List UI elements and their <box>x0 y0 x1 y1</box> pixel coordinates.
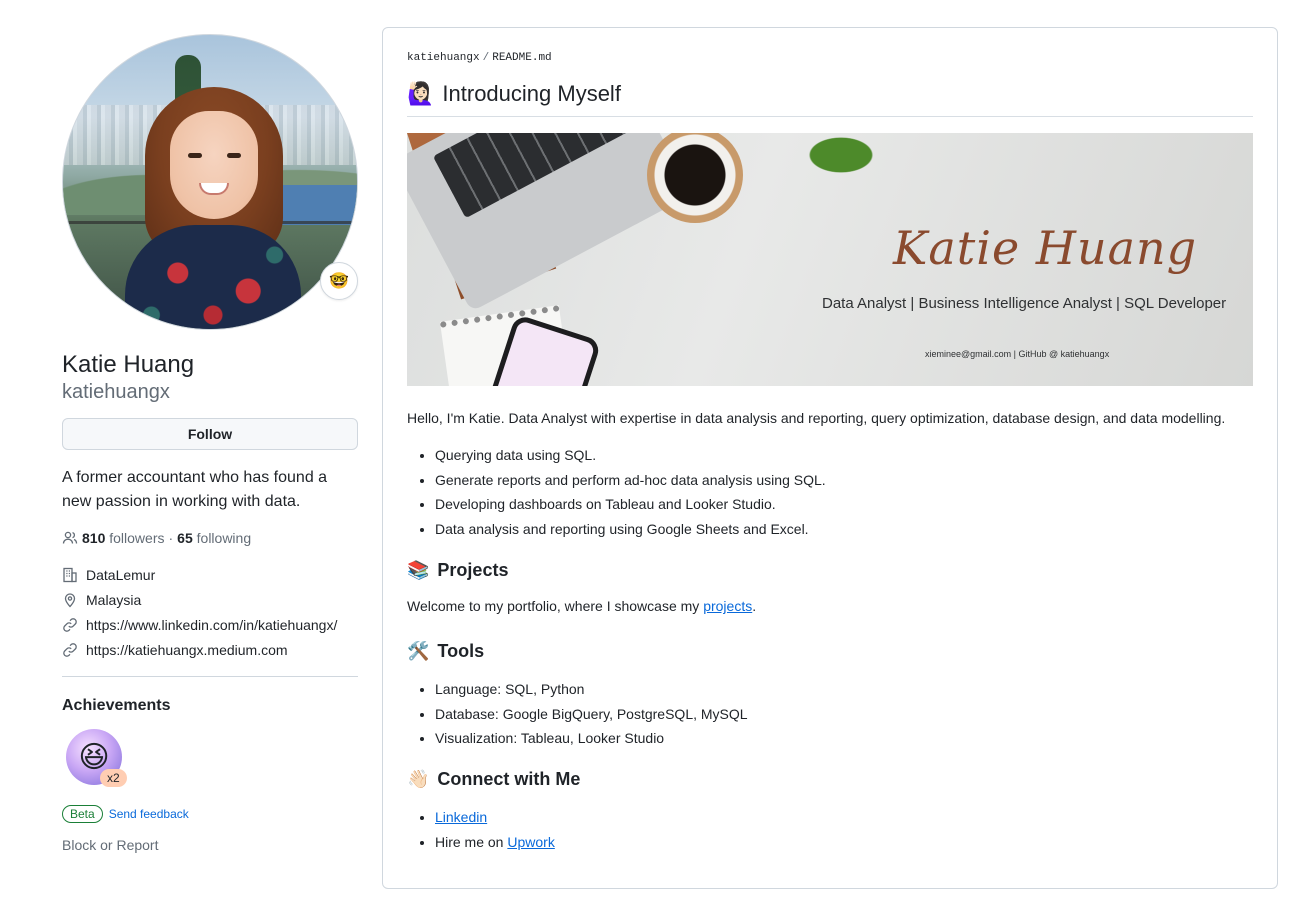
followers-link[interactable]: 810 followers <box>82 530 165 546</box>
banner-contact: xieminee@gmail.com | GitHub @ katiehuang… <box>925 349 1110 359</box>
connect-list: Linkedin Hire me on Upwork <box>407 807 1253 853</box>
projects-text-suffix: . <box>752 598 757 615</box>
connect-heading-text: Connect with Me <box>437 769 581 790</box>
following-link[interactable]: 65 following <box>177 530 251 546</box>
readme-title-text: Introducing Myself <box>442 81 621 106</box>
woman-raising-hand-icon: 🙋🏻‍♀️ <box>407 81 435 106</box>
readme-intro: Hello, I'm Katie. Data Analyst with expe… <box>407 410 1226 426</box>
list-item: Developing dashboards on Tableau and Loo… <box>435 494 1253 515</box>
list-item: Querying data using SQL. <box>435 445 1253 466</box>
following-count: 65 <box>177 530 193 546</box>
books-icon: 📚 <box>407 560 430 581</box>
linkedin-url-link[interactable]: https://www.linkedin.com/in/katiehuangx/ <box>86 617 337 633</box>
tools-heading: 🛠️ Tools <box>407 639 1253 663</box>
list-item: Language: SQL, Python <box>435 679 1253 700</box>
tools-heading-text: Tools <box>437 641 485 662</box>
profile-details: DataLemur Malaysia https://www.linkedin.… <box>62 562 358 662</box>
hire-prefix: Hire me on <box>435 834 508 851</box>
achievement-multiplier: x2 <box>100 769 127 787</box>
achievement-badge[interactable]: 😆 x2 <box>66 729 127 789</box>
followers-count: 810 <box>82 530 106 546</box>
list-item: Data analysis and reporting using Google… <box>435 519 1253 540</box>
avatar-eye-right <box>227 153 241 158</box>
company-name: DataLemur <box>86 566 156 583</box>
connect-heading: 👋🏻 Connect with Me <box>407 767 1253 791</box>
list-item: Linkedin <box>435 807 1253 828</box>
profile-username: katiehuangx <box>62 381 170 403</box>
readme-path-file: README.md <box>492 52 552 64</box>
readme-title: 🙋🏻‍♀️ Introducing Myself <box>407 80 1253 117</box>
profile-bio: A former accountant who has found a new … <box>62 469 328 510</box>
banner-signature: Katie Huang <box>893 221 1198 275</box>
tools-list: Language: SQL, Python Database: Google B… <box>407 679 1253 749</box>
following-label: following <box>196 530 252 546</box>
readme-card: katiehuangx / README.md 🙋🏻‍♀️ Introducing … <box>382 27 1278 889</box>
readme-path: katiehuangx / README.md <box>407 52 1253 64</box>
link-icon <box>63 617 77 632</box>
waving-hand-icon: 👋🏻 <box>407 769 430 790</box>
beta-label: Beta <box>62 805 103 823</box>
building-icon <box>63 567 77 582</box>
projects-text: Welcome to my portfolio, where I showcas… <box>407 596 1253 617</box>
link-item-linkedin: https://www.linkedin.com/in/katiehuangx/ <box>62 612 358 637</box>
projects-heading-text: Projects <box>437 560 509 581</box>
readme-path-separator: / <box>482 52 490 64</box>
link-item-medium: https://katiehuangx.medium.com <box>62 637 358 662</box>
list-item: Database: Google BigQuery, PostgreSQL, M… <box>435 704 1253 725</box>
follow-button[interactable]: Follow <box>62 418 358 450</box>
avatar-eye-left <box>188 153 202 158</box>
status-emoji-button[interactable]: 🤓 <box>320 262 358 300</box>
achievements-title: Achievements <box>62 697 171 714</box>
sidebar-divider <box>62 676 358 677</box>
avatar-face <box>170 111 258 219</box>
list-item: Hire me on Upwork <box>435 832 1253 853</box>
readme-banner-image: Katie Huang Data Analyst | Business Inte… <box>407 133 1253 386</box>
nerd-face-icon: 🤓 <box>329 273 349 290</box>
location-pin-icon <box>64 592 76 607</box>
hammer-wrench-icon: 🛠️ <box>407 641 430 662</box>
profile-sidebar: 🤓 Katie Huang katiehuangx Follow A forme… <box>62 34 358 853</box>
block-report-link[interactable]: Block or Report <box>62 837 358 853</box>
projects-link[interactable]: projects <box>703 598 752 614</box>
readme-path-user[interactable]: katiehuangx <box>407 52 480 64</box>
follow-separator: · <box>168 530 174 546</box>
skills-list: Querying data using SQL. Generate report… <box>407 445 1253 540</box>
location-item: Malaysia <box>62 587 358 612</box>
banner-plant <box>787 133 877 175</box>
profile-name: Katie Huang <box>62 351 195 378</box>
list-item: Generate reports and perform ad-hoc data… <box>435 470 1253 491</box>
followers-label: followers <box>109 530 165 546</box>
location-text: Malaysia <box>86 591 142 608</box>
link-icon <box>63 642 77 657</box>
send-feedback-link[interactable]: Send feedback <box>109 807 189 821</box>
list-item: Visualization: Tableau, Looker Studio <box>435 728 1253 749</box>
follow-stats: 810 followers · 65 following <box>62 530 358 546</box>
people-icon <box>62 531 78 544</box>
avatar-dress <box>125 225 301 329</box>
avatar[interactable] <box>62 34 358 330</box>
upwork-link[interactable]: Upwork <box>507 834 554 850</box>
avatar-container: 🤓 <box>62 34 358 330</box>
banner-roles: Data Analyst | Business Intelligence Ana… <box>822 295 1227 312</box>
readme-content: katiehuangx / README.md 🙋🏻‍♀️ Introducing … <box>407 52 1253 857</box>
company-item: DataLemur <box>62 562 358 587</box>
medium-url-link[interactable]: https://katiehuangx.medium.com <box>86 642 288 658</box>
beta-feedback-row: Beta Send feedback <box>62 805 358 823</box>
banner-coffee-cup <box>647 133 743 223</box>
projects-heading: 📚 Projects <box>407 558 1253 582</box>
projects-text-prefix: Welcome to my portfolio, where I showcas… <box>407 598 704 615</box>
linkedin-link[interactable]: Linkedin <box>435 809 487 825</box>
